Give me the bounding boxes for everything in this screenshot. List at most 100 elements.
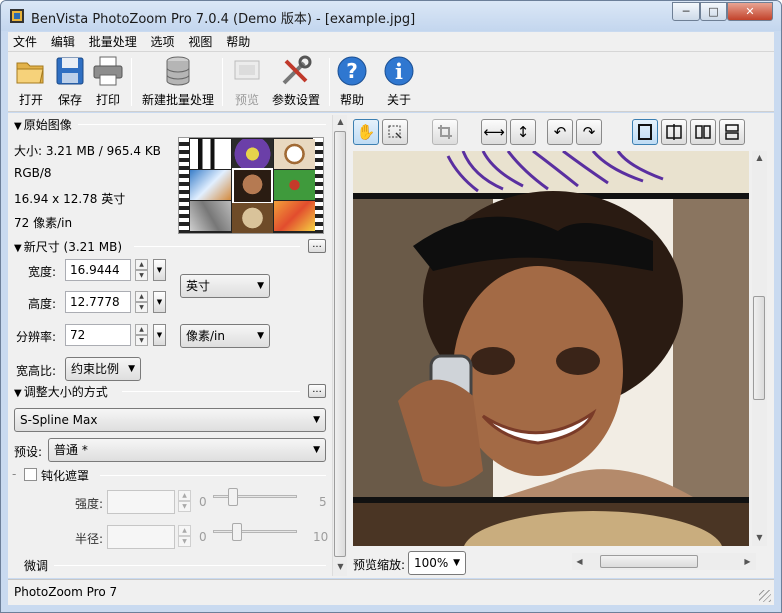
radius-slider[interactable] [213, 530, 297, 533]
strength-spinner[interactable]: ▲ ▼ [178, 490, 191, 512]
preview-button[interactable]: 预览 [230, 55, 264, 109]
menu-view[interactable]: 视图 [183, 32, 217, 52]
spin-up-icon[interactable]: ▲ [135, 324, 148, 335]
side-by-side-button[interactable] [690, 119, 716, 145]
strength-input[interactable] [107, 490, 175, 514]
width-spinner[interactable]: ▲ ▼ [135, 259, 148, 281]
chevron-down-icon: ▼ [453, 558, 460, 568]
scroll-right-icon[interactable]: ▶ [740, 557, 755, 566]
spin-down-icon[interactable]: ▼ [178, 501, 191, 512]
print-button[interactable]: 打印 [89, 55, 127, 109]
height-input[interactable]: 12.7778 [65, 291, 131, 313]
resolution-spinner[interactable]: ▲ ▼ [135, 324, 148, 346]
zoom-select[interactable]: 100% ▼ [408, 551, 466, 575]
app-window: BenVista PhotoZoom Pro 7.0.4 (Demo 版本) -… [0, 0, 782, 613]
close-button[interactable]: ✕ [727, 2, 773, 21]
radius-input[interactable] [107, 525, 175, 549]
preview-hscroll-thumb[interactable] [600, 555, 698, 568]
new-size-more-button[interactable]: ... [308, 239, 326, 253]
spin-up-icon[interactable]: ▲ [178, 490, 191, 501]
scroll-down-icon[interactable]: ▼ [752, 533, 767, 542]
spin-up-icon[interactable]: ▲ [135, 291, 148, 302]
new-batch-button[interactable]: 新建批量处理 [138, 55, 218, 109]
minimize-button[interactable]: ─ [672, 2, 700, 21]
about-button[interactable]: i 关于 [381, 55, 417, 109]
open-button[interactable]: 打开 [11, 55, 51, 109]
preview-vscroll-thumb[interactable] [753, 296, 765, 400]
unsharp-checkbox[interactable] [24, 468, 37, 481]
thumbnail-portrait-selected[interactable] [232, 168, 273, 204]
scroll-up-icon[interactable]: ▲ [333, 117, 348, 126]
radius-slider-thumb[interactable] [232, 523, 242, 541]
rotate-right-button[interactable]: ↷ [576, 119, 602, 145]
thumbnail-fruit[interactable] [274, 201, 315, 231]
thumbnail-landscape[interactable] [190, 170, 231, 200]
thumbnail-clock[interactable] [232, 203, 273, 233]
height-spinner[interactable]: ▲ ▼ [135, 291, 148, 313]
thumbnail-piano[interactable] [190, 139, 231, 169]
scroll-down-icon[interactable]: ▼ [333, 562, 348, 571]
crop-button[interactable] [432, 119, 458, 145]
aspect-ratio-select[interactable]: 约束比例 ▼ [65, 357, 141, 381]
radius-spinner[interactable]: ▲ ▼ [178, 525, 191, 547]
width-input[interactable]: 16.9444 [65, 259, 131, 281]
settings-scrollbar[interactable]: ▲ ▼ [332, 115, 347, 576]
split-view-button[interactable] [661, 119, 687, 145]
rotate-left-button[interactable]: ↶ [547, 119, 573, 145]
strength-slider-thumb[interactable] [228, 488, 238, 506]
select-tool-button[interactable] [382, 119, 408, 145]
image-preview[interactable] [353, 151, 749, 546]
scroll-up-icon[interactable]: ▲ [752, 153, 767, 162]
spin-down-icon[interactable]: ▼ [135, 270, 148, 281]
collapse-triangle-icon[interactable]: ▼ [14, 121, 22, 132]
preview-vscrollbar[interactable]: ▲ ▼ [752, 151, 767, 546]
resize-grip-icon[interactable] [759, 590, 771, 602]
spin-up-icon[interactable]: ▲ [135, 259, 148, 270]
thumbnail-flower[interactable] [232, 139, 273, 169]
spin-up-icon[interactable]: ▲ [178, 525, 191, 536]
help-button[interactable]: ? 帮助 [334, 55, 370, 109]
resolution-dropdown-button[interactable]: ▼ [153, 324, 166, 346]
resize-more-button[interactable]: ... [308, 384, 326, 398]
params-button[interactable]: 参数设置 [267, 55, 325, 109]
fit-width-button[interactable]: ⟷ [481, 119, 507, 145]
width-dropdown-button[interactable]: ▼ [153, 259, 166, 281]
thumbnail-filmstrip[interactable] [178, 137, 324, 234]
title-bar[interactable]: BenVista PhotoZoom Pro 7.0.4 (Demo 版本) -… [1, 1, 781, 31]
collapse-triangle-icon[interactable]: ▼ [14, 243, 22, 254]
strength-min: 0 [199, 495, 207, 509]
height-dropdown-button[interactable]: ▼ [153, 291, 166, 313]
maximize-button[interactable]: □ [700, 2, 727, 21]
menu-batch[interactable]: 批量处理 [84, 32, 142, 52]
stacked-view-button[interactable] [719, 119, 745, 145]
thumbnail-shells[interactable] [190, 201, 231, 231]
resolution-input[interactable]: 72 [65, 324, 131, 346]
scroll-left-icon[interactable]: ◀ [572, 557, 587, 566]
resize-method-select[interactable]: S-Spline Max ▼ [14, 408, 326, 432]
single-view-button[interactable] [632, 119, 658, 145]
spin-down-icon[interactable]: ▼ [178, 536, 191, 547]
settings-scroll-thumb[interactable] [334, 131, 346, 557]
hand-tool-button[interactable]: ✋ [353, 119, 379, 145]
save-button[interactable]: 保存 [51, 55, 89, 109]
spin-down-icon[interactable]: ▼ [135, 335, 148, 346]
menu-options[interactable]: 选项 [146, 32, 180, 52]
main-area: ▼ 原始图像 大小: 3.21 MB / 965.4 KB RGB/8 16.94… [8, 113, 774, 578]
preset-select[interactable]: 普通 * ▼ [48, 438, 326, 462]
fit-height-button[interactable]: ↕ [510, 119, 536, 145]
resize-method-header[interactable]: ▼ 调整大小的方式 [14, 383, 108, 400]
menu-edit[interactable]: 编辑 [46, 32, 80, 52]
spin-down-icon[interactable]: ▼ [135, 302, 148, 313]
preview-hscrollbar[interactable]: ◀ ▶ [572, 553, 756, 570]
size-unit-select[interactable]: 英寸 ▼ [180, 274, 270, 298]
resolution-unit-select[interactable]: 像素/in ▼ [180, 324, 270, 348]
menu-help[interactable]: 帮助 [221, 32, 255, 52]
fine-tune-header[interactable]: 微调 [24, 557, 48, 574]
collapse-triangle-icon[interactable]: ▼ [14, 388, 22, 399]
thumbnail-frog[interactable] [274, 170, 315, 200]
original-image-header[interactable]: ▼ 原始图像 [14, 116, 72, 133]
strength-slider[interactable] [213, 495, 297, 498]
new-size-header[interactable]: ▼ 新尺寸 (3.21 MB) [14, 238, 122, 255]
thumbnail-coffee[interactable] [274, 139, 315, 169]
menu-file[interactable]: 文件 [8, 32, 42, 52]
